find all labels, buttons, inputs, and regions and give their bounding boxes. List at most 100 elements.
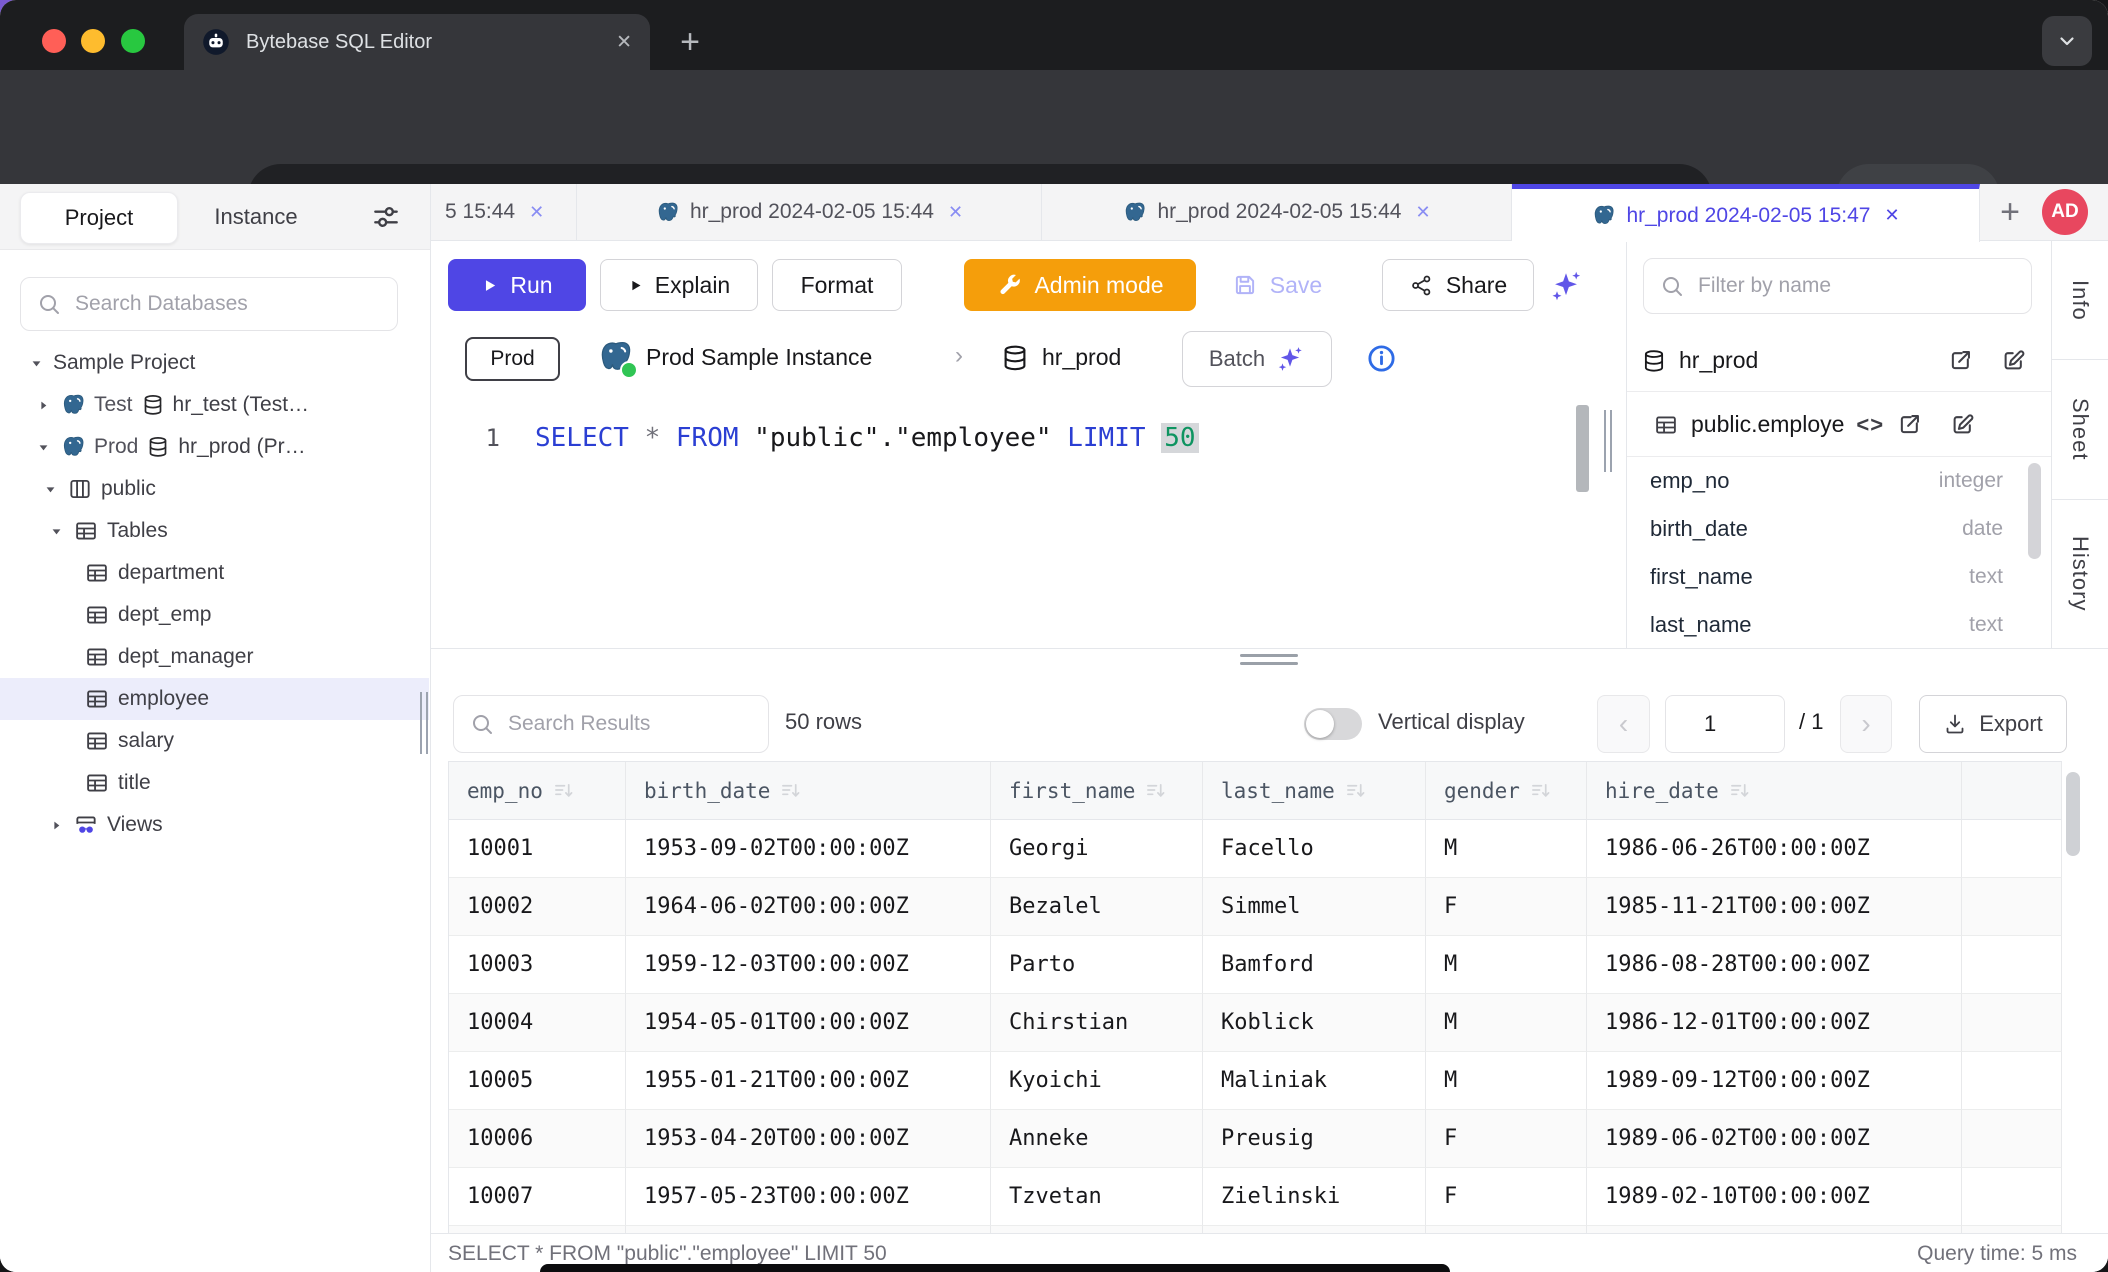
table-cell[interactable]: 10007 bbox=[449, 1168, 626, 1226]
table-cell[interactable]: Maliniak bbox=[1203, 1052, 1426, 1110]
tree-item-employee[interactable]: employee bbox=[0, 678, 429, 720]
table-cell[interactable]: Bamford bbox=[1203, 936, 1426, 994]
table-cell[interactable]: Chirstian bbox=[991, 994, 1203, 1052]
share-button[interactable]: Share bbox=[1382, 259, 1534, 311]
table-cell[interactable]: 10001 bbox=[449, 820, 626, 878]
side-tab-info[interactable]: Info bbox=[2052, 241, 2108, 360]
breadcrumb-instance[interactable]: Prod Sample Instance bbox=[646, 344, 872, 371]
tree-item-public[interactable]: public bbox=[0, 468, 429, 510]
table-cell[interactable]: Parto bbox=[991, 936, 1203, 994]
tree-item-tables[interactable]: Tables bbox=[0, 510, 429, 552]
info-circle-icon[interactable] bbox=[1366, 343, 1397, 374]
tree-item-salary[interactable]: salary bbox=[0, 720, 429, 762]
table-row[interactable]: 100041954-05-01T00:00:00ZChirstianKoblic… bbox=[449, 994, 2062, 1052]
batch-button[interactable]: Batch bbox=[1182, 331, 1332, 387]
table-cell[interactable]: F bbox=[1426, 1168, 1587, 1226]
table-row[interactable]: 100021964-06-02T00:00:00ZBezalelSimmelF1… bbox=[449, 878, 2062, 936]
table-cell[interactable]: 1989-06-02T00:00:00Z bbox=[1587, 1110, 1962, 1168]
edit-icon[interactable] bbox=[2000, 347, 2027, 374]
table-cell[interactable]: 1986-12-01T00:00:00Z bbox=[1587, 994, 1962, 1052]
table-cell[interactable]: Anneke bbox=[991, 1110, 1203, 1168]
window-minimize-button[interactable] bbox=[81, 29, 105, 53]
table-cell[interactable]: 10006 bbox=[449, 1110, 626, 1168]
export-button[interactable]: Export bbox=[1919, 695, 2067, 753]
ai-sparkles-icon[interactable] bbox=[1548, 268, 1584, 304]
table-cell[interactable]: 1953-04-20T00:00:00Z bbox=[626, 1110, 991, 1168]
table-cell[interactable]: 1985-11-21T00:00:00Z bbox=[1587, 878, 1962, 936]
tree-item-dept-manager[interactable]: dept_manager bbox=[0, 636, 429, 678]
table-cell[interactable]: 1957-05-23T00:00:00Z bbox=[626, 1168, 991, 1226]
table-cell[interactable]: 1959-12-03T00:00:00Z bbox=[626, 936, 991, 994]
table-row[interactable]: 100061953-04-20T00:00:00ZAnnekePreusigF1… bbox=[449, 1110, 2062, 1168]
schema-filter-input[interactable] bbox=[1696, 273, 2031, 299]
column-header-birth_date[interactable]: birth_date bbox=[626, 762, 991, 820]
prev-page-button[interactable]: ‹ bbox=[1597, 695, 1650, 753]
table-cell[interactable]: 10005 bbox=[449, 1052, 626, 1110]
column-list-scrollbar[interactable] bbox=[2028, 463, 2041, 559]
table-cell[interactable]: F bbox=[1426, 1110, 1587, 1168]
tree-item-sample-project[interactable]: Sample Project bbox=[0, 342, 429, 384]
column-header-emp_no[interactable]: emp_no bbox=[449, 762, 626, 820]
save-button[interactable]: Save bbox=[1212, 259, 1342, 311]
panel-resize-handle[interactable] bbox=[1610, 410, 1612, 472]
side-tab-sheet[interactable]: Sheet bbox=[2052, 360, 2108, 500]
tree-item-title[interactable]: title bbox=[0, 762, 429, 804]
sidebar-resize-handle[interactable] bbox=[420, 692, 422, 754]
table-cell[interactable]: Kyoichi bbox=[991, 1052, 1203, 1110]
filter-settings-icon[interactable] bbox=[370, 201, 402, 233]
table-cell[interactable]: 1964-06-02T00:00:00Z bbox=[626, 878, 991, 936]
editor-tab-1[interactable]: 5 15:44✕ bbox=[431, 184, 577, 240]
tree-item-prod[interactable]: Prodhr_prod (Pr… bbox=[0, 426, 429, 468]
table-cell[interactable]: 1989-09-12T00:00:00Z bbox=[1587, 1052, 1962, 1110]
tab-close-icon[interactable]: ✕ bbox=[616, 31, 632, 54]
table-cell[interactable]: 1989-02-10T00:00:00Z bbox=[1587, 1168, 1962, 1226]
page-number-input[interactable] bbox=[1665, 695, 1785, 753]
table-cell[interactable]: 1986-06-26T00:00:00Z bbox=[1587, 820, 1962, 878]
schema-filter[interactable] bbox=[1643, 258, 2032, 314]
table-cell[interactable]: 1986-08-28T00:00:00Z bbox=[1587, 936, 1962, 994]
results-search[interactable] bbox=[453, 695, 769, 753]
table-cell[interactable]: 1954-05-01T00:00:00Z bbox=[626, 994, 991, 1052]
table-cell[interactable]: 10004 bbox=[449, 994, 626, 1052]
editor-tab-3[interactable]: hr_prod 2024-02-05 15:44✕ bbox=[1042, 184, 1512, 240]
tree-item-test[interactable]: Testhr_test (Test… bbox=[0, 384, 429, 426]
admin-mode-button[interactable]: Admin mode bbox=[964, 259, 1196, 311]
tab-close-icon[interactable]: ✕ bbox=[1884, 205, 1899, 226]
table-cell[interactable]: 10002 bbox=[449, 878, 626, 936]
table-cell[interactable]: 1955-01-21T00:00:00Z bbox=[626, 1052, 991, 1110]
column-header-last_name[interactable]: last_name bbox=[1203, 762, 1426, 820]
next-page-button[interactable]: › bbox=[1840, 695, 1892, 753]
breadcrumb-database[interactable]: hr_prod bbox=[1042, 344, 1121, 371]
browser-tab[interactable]: Bytebase SQL Editor ✕ bbox=[184, 14, 650, 70]
panel-resize-handle[interactable] bbox=[1604, 410, 1606, 472]
table-cell[interactable]: M bbox=[1426, 936, 1587, 994]
vertical-display-toggle[interactable] bbox=[1304, 708, 1362, 740]
edit-icon[interactable] bbox=[1949, 411, 1976, 438]
tab-close-icon[interactable]: ✕ bbox=[529, 202, 544, 223]
column-header-hire_date[interactable]: hire_date bbox=[1587, 762, 1962, 820]
new-tab-button[interactable]: + bbox=[666, 18, 714, 66]
table-cell[interactable]: 1953-09-02T00:00:00Z bbox=[626, 820, 991, 878]
database-search[interactable] bbox=[20, 277, 398, 331]
table-cell[interactable]: Koblick bbox=[1203, 994, 1426, 1052]
run-button[interactable]: Run bbox=[448, 259, 586, 311]
avatar[interactable]: AD bbox=[2042, 189, 2088, 235]
table-cell[interactable]: M bbox=[1426, 994, 1587, 1052]
results-resize-handle[interactable] bbox=[1240, 662, 1298, 665]
column-header-first_name[interactable]: first_name bbox=[991, 762, 1203, 820]
column-header-gender[interactable]: gender bbox=[1426, 762, 1587, 820]
explain-button[interactable]: Explain bbox=[600, 259, 758, 311]
table-row[interactable]: 100071957-05-23T00:00:00ZTzvetanZielinsk… bbox=[449, 1168, 2062, 1226]
table-cell[interactable]: M bbox=[1426, 820, 1587, 878]
table-cell[interactable]: Preusig bbox=[1203, 1110, 1426, 1168]
table-cell[interactable]: Facello bbox=[1203, 820, 1426, 878]
database-search-input[interactable] bbox=[73, 291, 397, 317]
results-resize-handle[interactable] bbox=[1240, 654, 1298, 657]
column-row[interactable]: last_nametext bbox=[1627, 601, 2027, 648]
column-row[interactable]: first_nametext bbox=[1627, 553, 2027, 601]
table-cell[interactable]: M bbox=[1426, 1052, 1587, 1110]
sidebar-resize-handle[interactable] bbox=[426, 692, 428, 754]
column-row[interactable]: emp_nointeger bbox=[1627, 457, 2027, 505]
results-search-input[interactable] bbox=[506, 711, 768, 737]
editor-tab-4[interactable]: hr_prod 2024-02-05 15:47✕ bbox=[1512, 184, 1980, 242]
